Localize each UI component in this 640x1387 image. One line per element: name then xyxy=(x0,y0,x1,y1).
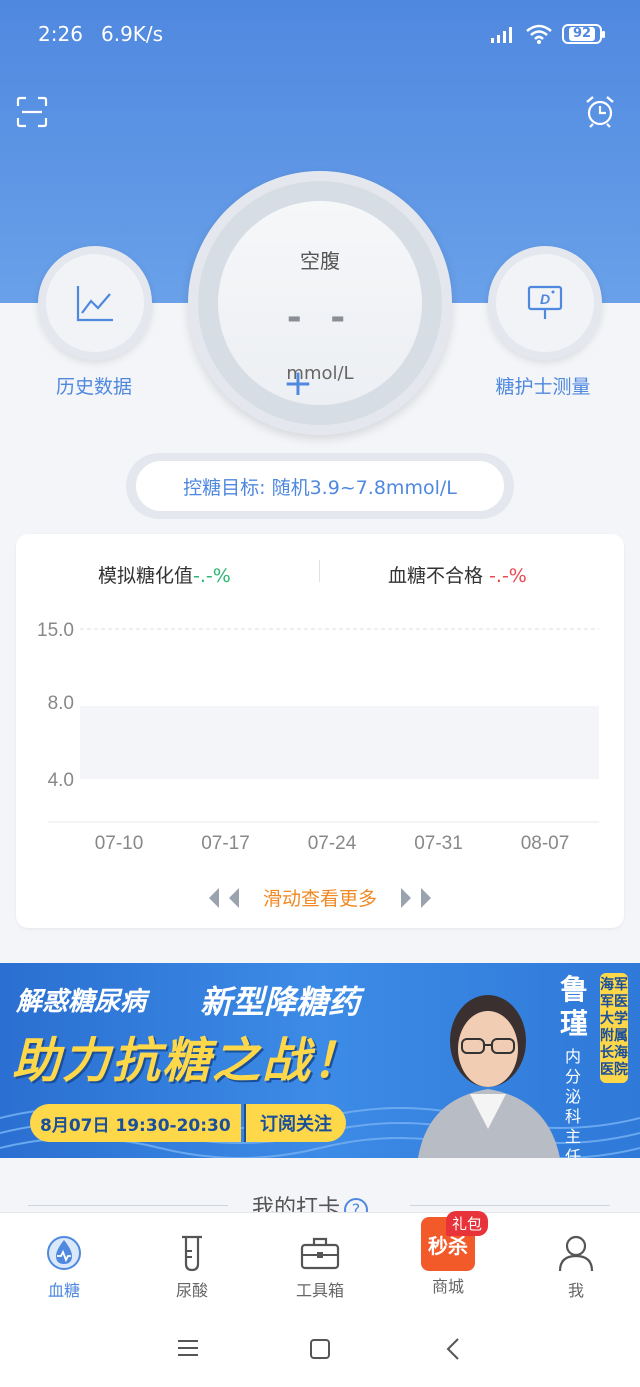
tab-toolbox[interactable]: 工具箱 xyxy=(256,1213,384,1310)
add-record-button[interactable]: + xyxy=(278,364,318,404)
device-icon: D xyxy=(527,285,563,319)
slide-hint[interactable]: 滑动查看更多 xyxy=(16,884,624,911)
banner-subscribe-button[interactable]: 订阅关注 xyxy=(244,1104,346,1142)
x-tick-label: 07-24 xyxy=(308,833,357,854)
fail-rate-value: -.-% xyxy=(489,565,527,587)
user-icon xyxy=(558,1235,594,1272)
measure-dial[interactable]: 空腹 - - mmol/L xyxy=(188,171,452,435)
target-text: 控糖目标: 随机3.9~7.8mmol/L xyxy=(136,461,504,511)
home-icon[interactable] xyxy=(310,1339,330,1359)
status-bar: 2:26 6.9K/s 92 xyxy=(0,0,640,70)
doctor-title: 内分泌科主任 xyxy=(564,1047,581,1158)
scan-icon[interactable] xyxy=(16,96,48,128)
doctor-name: 鲁瑾 xyxy=(559,973,588,1040)
arrow-left-icon[interactable] xyxy=(228,887,239,908)
test-tube-icon xyxy=(182,1235,202,1272)
back-icon[interactable] xyxy=(446,1338,460,1360)
divider-line xyxy=(28,1205,228,1206)
signal-icon xyxy=(491,27,512,43)
arrow-right-icon[interactable] xyxy=(421,887,431,908)
tab-uric-acid[interactable]: 尿酸 xyxy=(128,1213,256,1310)
fail-rate-stat: 血糖不合格 -.-% xyxy=(388,565,527,587)
tab-label: 尿酸 xyxy=(175,1281,208,1300)
wifi-icon xyxy=(526,24,552,44)
tab-blood-glucose[interactable]: 血糖 xyxy=(0,1213,128,1310)
tab-label: 工具箱 xyxy=(295,1281,344,1300)
banner-headline: 助力抗糖之战！ xyxy=(12,1033,363,1089)
y-tick-label: 8.0 xyxy=(48,693,74,714)
gift-badge: 礼包 xyxy=(446,1211,489,1236)
promo-banner[interactable]: 解惑糖尿病 新型降糖药 助力抗糖之战！ 8月07日 19:30-20:30 订阅… xyxy=(0,963,640,1158)
banner-date: 8月07日 19:30-20:30 xyxy=(30,1104,241,1142)
x-tick-label: 07-31 xyxy=(414,833,463,854)
toolbox-icon xyxy=(300,1237,340,1270)
alarm-clock-icon[interactable] xyxy=(584,94,616,128)
line-chart-icon xyxy=(76,286,113,322)
y-tick-label: 4.0 xyxy=(48,770,74,791)
nurse-measure-label[interactable]: 糖护士测量 xyxy=(478,372,608,399)
menu-icon[interactable] xyxy=(178,1339,198,1357)
history-data-button[interactable] xyxy=(38,246,152,360)
divider-line xyxy=(410,1205,610,1206)
svg-text:D: D xyxy=(540,291,550,307)
x-tick-label: 08-07 xyxy=(521,833,570,854)
glucose-chart-card: 模拟糖化值-.-% 血糖不合格 -.-% 15.0 8.0 4.0 07-10 07-1… xyxy=(16,534,624,928)
bottom-tab-bar: 血糖 尿酸 工具箱 秒杀 商城 我 xyxy=(0,1212,640,1310)
slide-more-text: 滑动查看更多 xyxy=(262,888,377,910)
stat-divider xyxy=(319,560,320,582)
nurse-measure-button[interactable]: D xyxy=(488,246,602,360)
measure-period-label: 空腹 xyxy=(300,249,340,273)
doctor-portrait xyxy=(418,995,560,1158)
hba1c-value: -.-% xyxy=(193,565,231,587)
status-time: 2:26 xyxy=(38,22,83,46)
measure-unit: mmol/L xyxy=(286,363,354,384)
system-nav-bar xyxy=(0,1310,640,1387)
history-data-label[interactable]: 历史数据 xyxy=(44,372,144,399)
x-tick-label: 07-17 xyxy=(201,833,250,854)
banner-line1: 解惑糖尿病 xyxy=(16,987,147,1017)
hba1c-stat: 模拟糖化值-.-% xyxy=(98,565,231,587)
hospital-name: 海军军医大学附属长海医院 xyxy=(600,973,628,1083)
tab-label: 我 xyxy=(567,1281,584,1300)
target-pill[interactable]: 控糖目标: 随机3.9~7.8mmol/L xyxy=(126,453,514,519)
banner-line1b: 新型降糖药 xyxy=(200,983,361,1021)
tab-me[interactable]: 我 xyxy=(512,1213,640,1310)
status-net-speed: 6.9K/s xyxy=(101,22,164,46)
x-tick-label: 07-10 xyxy=(95,833,144,854)
battery-indicator: 92 xyxy=(562,24,605,44)
blood-drop-icon xyxy=(47,1236,81,1270)
measure-value: - - xyxy=(286,297,354,338)
tab-label: 血糖 xyxy=(47,1281,80,1300)
glucose-chart[interactable]: 15.0 8.0 4.0 07-10 07-17 07-24 07-31 08-07 xyxy=(16,604,624,864)
arrow-right-icon[interactable] xyxy=(401,887,411,908)
arrow-left-icon[interactable] xyxy=(208,887,219,908)
tab-label: 商城 xyxy=(431,1277,464,1296)
target-band xyxy=(80,706,599,779)
y-tick-label: 15.0 xyxy=(37,620,74,641)
